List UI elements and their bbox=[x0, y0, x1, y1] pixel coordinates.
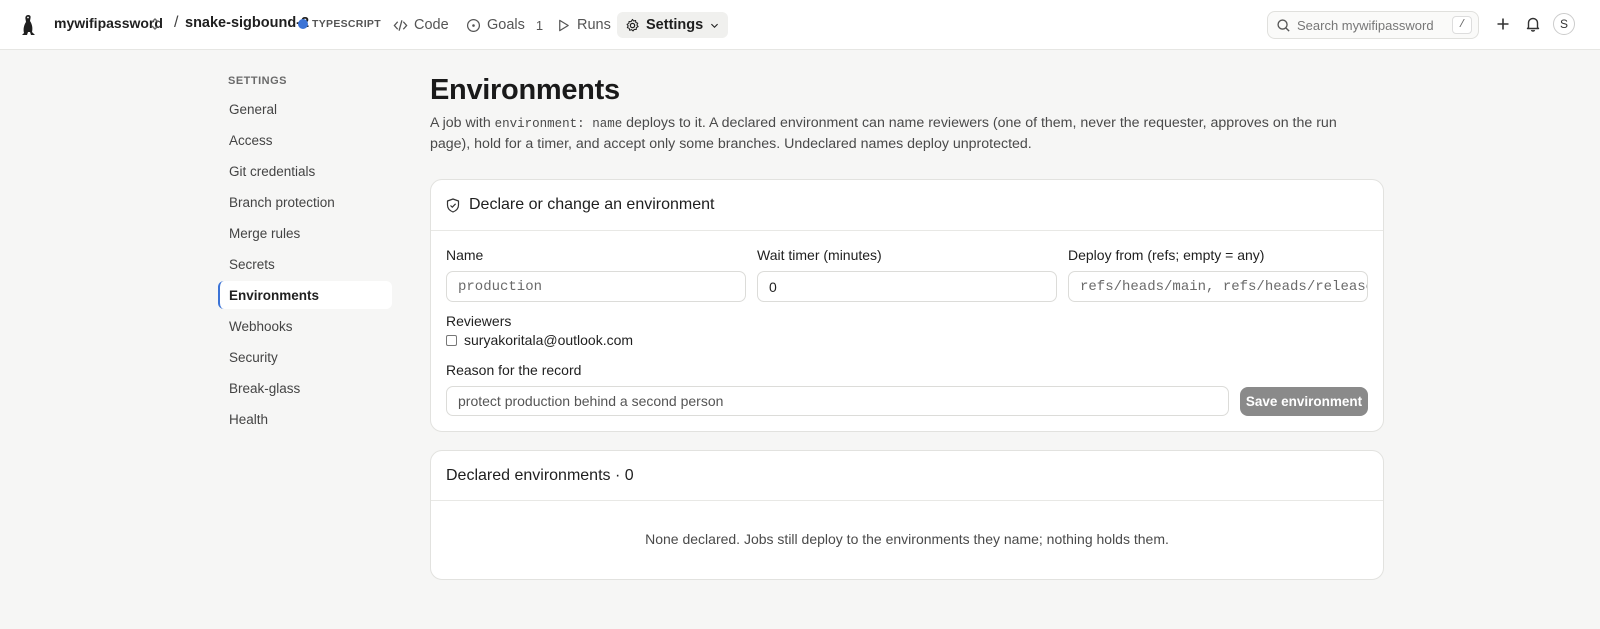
sidebar-title: SETTINGS bbox=[228, 75, 288, 87]
gear-icon bbox=[626, 18, 639, 31]
sidebar-item-security[interactable]: Security bbox=[218, 343, 392, 371]
plus-icon[interactable] bbox=[1494, 15, 1512, 33]
declared-environments-card: Declared environments · 0 None declared.… bbox=[430, 450, 1384, 580]
tab-settings-label: Settings bbox=[646, 17, 704, 33]
deploy-from-label: Deploy from (refs; empty = any) bbox=[1068, 247, 1265, 263]
deploy-from-input[interactable]: refs/heads/main, refs/heads/release/* bbox=[1068, 271, 1368, 302]
search-input[interactable]: Search mywifipassword / bbox=[1267, 11, 1479, 39]
bell-icon[interactable] bbox=[1524, 15, 1542, 33]
tab-runs-label: Runs bbox=[577, 17, 611, 33]
sidebar-item-webhooks[interactable]: Webhooks bbox=[218, 312, 392, 340]
tab-goals[interactable]: Goals 1 bbox=[458, 12, 551, 38]
description-text-start: A job with bbox=[430, 115, 495, 131]
repo-name[interactable]: snake-sigbound-2 bbox=[185, 15, 309, 31]
tab-settings[interactable]: Settings bbox=[617, 12, 729, 38]
page-title: Environments bbox=[430, 74, 620, 106]
sidebar-item-access[interactable]: Access bbox=[218, 126, 392, 154]
sidebar-item-break-glass[interactable]: Break-glass bbox=[218, 374, 392, 402]
chevron-up-down-icon[interactable] bbox=[149, 17, 161, 31]
reason-input[interactable]: protect production behind a second perso… bbox=[446, 386, 1229, 416]
language-badge: TYPESCRIPT bbox=[312, 18, 381, 30]
tab-code-label: Code bbox=[414, 17, 449, 33]
name-input[interactable]: production bbox=[446, 271, 746, 302]
tab-code[interactable]: Code bbox=[385, 12, 457, 38]
declare-card-header: Declare or change an environment bbox=[431, 180, 1383, 231]
page-description: A job with environment: name deploys to … bbox=[430, 114, 1380, 154]
declare-card-title: Declare or change an environment bbox=[469, 196, 715, 213]
tab-goals-label: Goals bbox=[487, 17, 525, 33]
reviewer-email[interactable]: suryakoritala@outlook.com bbox=[464, 332, 633, 348]
wait-timer-input[interactable]: 0 bbox=[757, 271, 1057, 302]
org-name[interactable]: mywifipassword bbox=[54, 15, 163, 31]
save-environment-button[interactable]: Save environment bbox=[1240, 387, 1368, 416]
sidebar-item-branch-protection[interactable]: Branch protection bbox=[218, 188, 392, 216]
search-placeholder: Search mywifipassword bbox=[1297, 17, 1434, 33]
empty-state-text: None declared. Jobs still deploy to the … bbox=[645, 531, 1169, 547]
reviewer-checkbox[interactable] bbox=[446, 335, 457, 346]
sidebar-item-health[interactable]: Health bbox=[218, 405, 392, 433]
language-dot bbox=[298, 19, 308, 29]
name-label: Name bbox=[446, 247, 484, 263]
breadcrumb-separator: / bbox=[174, 14, 179, 31]
penguin-logo-icon[interactable] bbox=[18, 13, 40, 37]
search-icon bbox=[1277, 18, 1290, 32]
chevron-down-icon bbox=[711, 23, 719, 28]
goal-circle-icon bbox=[466, 18, 481, 32]
reviewers-label: Reviewers bbox=[446, 313, 512, 329]
sidebar-item-merge-rules[interactable]: Merge rules bbox=[218, 219, 392, 247]
sidebar-item-general[interactable]: General bbox=[218, 95, 392, 123]
top-bar: mywifipassword / snake-sigbound-2 TYPESC… bbox=[0, 0, 1600, 50]
play-icon bbox=[559, 19, 569, 31]
tab-runs[interactable]: Runs bbox=[548, 12, 619, 38]
wait-timer-label: Wait timer (minutes) bbox=[757, 247, 882, 263]
declared-environments-title: Declared environments · 0 bbox=[431, 451, 1383, 501]
goals-count: 1 bbox=[535, 17, 544, 33]
reason-label: Reason for the record bbox=[446, 362, 582, 378]
declare-environment-card: Declare or change an environment Name pr… bbox=[430, 179, 1384, 432]
code-icon bbox=[393, 19, 408, 31]
description-code: environment: name bbox=[494, 117, 623, 131]
search-shortcut-key: / bbox=[1452, 16, 1472, 34]
sidebar-item-secrets[interactable]: Secrets bbox=[218, 250, 392, 278]
shield-check-icon bbox=[446, 197, 460, 213]
sidebar-item-git-credentials[interactable]: Git credentials bbox=[218, 157, 392, 185]
sidebar-item-environments[interactable]: Environments bbox=[218, 281, 392, 309]
user-avatar[interactable]: S bbox=[1553, 13, 1575, 35]
